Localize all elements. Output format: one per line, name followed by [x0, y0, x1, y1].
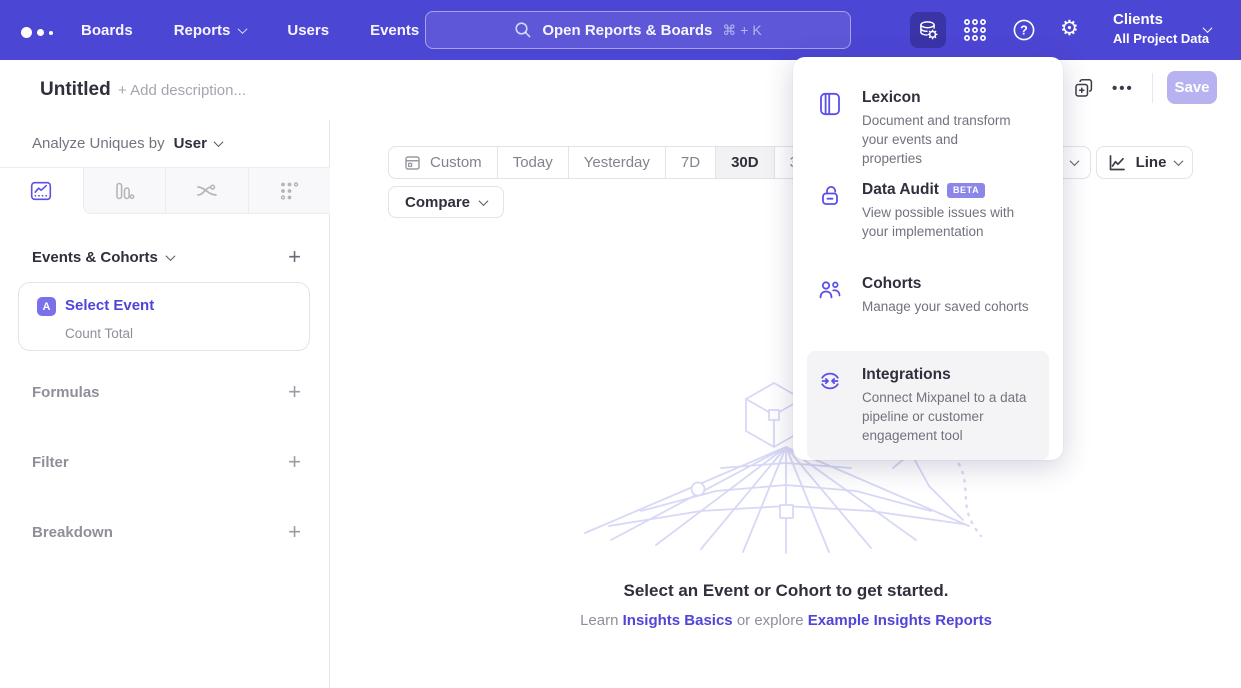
range-today[interactable]: Today — [497, 147, 568, 178]
analyze-entity-dropdown[interactable]: User — [174, 135, 222, 152]
apps-grid-button[interactable] — [962, 17, 988, 43]
mixpanel-logo-icon[interactable] — [21, 24, 57, 36]
add-breakdown-button[interactable]: + — [288, 521, 301, 543]
dots-grid-icon — [277, 179, 301, 203]
menu-item-lexicon[interactable]: Lexicon Document and transform your even… — [793, 89, 1063, 168]
select-event-button[interactable]: Select Event — [65, 297, 154, 314]
beta-badge: BETA — [947, 183, 985, 198]
tab-insights-selected[interactable] — [0, 168, 83, 214]
more-options-button[interactable]: ••• — [1112, 80, 1134, 97]
range-yesterday[interactable]: Yesterday — [568, 147, 665, 178]
duplicate-report-button[interactable] — [1073, 78, 1094, 99]
compare-dropdown[interactable]: Compare — [388, 186, 504, 218]
event-aggregation[interactable]: Count Total — [65, 326, 133, 341]
analyze-row: Analyze Uniques by User — [0, 120, 329, 167]
nav-users[interactable]: Users — [287, 22, 329, 39]
breakdown-label: Breakdown — [32, 524, 113, 541]
section-formulas: Formulas + — [32, 381, 301, 403]
section-events-cohorts: Events & Cohorts + — [32, 246, 301, 268]
chart-area: Custom Today Yesterday 7D 30D 3M 6M Comp… — [331, 120, 1241, 688]
menu-item-description: Connect Mixpanel to a data pipeline or c… — [862, 388, 1030, 445]
range-7d[interactable]: 7D — [665, 147, 715, 178]
formulas-label: Formulas — [32, 384, 100, 401]
help-button[interactable]: ? — [1011, 17, 1037, 43]
data-audit-lock-icon — [817, 181, 843, 241]
chevron-down-icon — [213, 137, 223, 147]
settings-button[interactable]: ⚙ — [1060, 18, 1079, 39]
lexicon-book-icon — [817, 89, 843, 168]
filter-label: Filter — [32, 454, 69, 471]
tab-bar-chart[interactable] — [83, 168, 166, 214]
search-icon — [514, 21, 532, 39]
menu-item-title: Integrations — [862, 366, 951, 384]
project-name: All Project Data — [1113, 31, 1209, 46]
menu-item-title: Lexicon — [862, 89, 921, 107]
search-placeholder: Open Reports & Boards — [542, 22, 712, 39]
menu-item-title: Data Audit — [862, 181, 939, 199]
chevron-down-icon — [1174, 156, 1184, 166]
section-filter: Filter + — [32, 451, 301, 473]
events-cohorts-toggle[interactable]: Events & Cohorts — [32, 249, 174, 266]
chevron-down-icon — [479, 196, 489, 206]
data-management-button[interactable] — [910, 12, 946, 48]
tab-retention-chart[interactable] — [248, 168, 331, 214]
menu-item-integrations[interactable]: Integrations Connect Mixpanel to a data … — [807, 351, 1049, 460]
range-custom[interactable]: Custom — [389, 147, 497, 178]
search-shortcut: ⌘ + K — [722, 22, 761, 39]
nav-boards[interactable]: Boards — [81, 22, 133, 39]
gear-icon: ⚙ — [1060, 18, 1079, 39]
chevron-down-icon — [1070, 156, 1080, 166]
svg-text:?: ? — [1020, 23, 1028, 37]
database-gear-icon — [917, 19, 939, 41]
report-title[interactable]: Untitled — [40, 79, 111, 101]
learn-text: Learn — [580, 612, 618, 629]
grid-dots-icon — [962, 17, 988, 43]
question-circle-icon: ? — [1011, 17, 1037, 43]
tab-flow-chart[interactable] — [165, 168, 248, 214]
chart-style-dropdown[interactable]: Line — [1096, 146, 1193, 179]
empty-state-title: Select an Event or Cohort to get started… — [331, 581, 1241, 601]
line-chart-icon — [29, 179, 53, 203]
bar-chart-icon — [112, 179, 136, 203]
add-description-field[interactable]: + Add description... — [118, 82, 246, 99]
copy-plus-icon — [1073, 78, 1094, 99]
empty-state-links: Learn Insights Basics or explore Example… — [331, 612, 1241, 629]
add-event-button[interactable]: + — [288, 246, 301, 268]
chart-type-tabs — [0, 167, 330, 213]
nav-reports[interactable]: Reports — [174, 22, 247, 39]
menu-item-data-audit[interactable]: Data Audit BETA View possible issues with… — [793, 181, 1063, 241]
header-divider — [1152, 73, 1153, 103]
event-row-card[interactable]: A Select Event Count Total — [18, 282, 310, 351]
menu-item-title: Cohorts — [862, 275, 921, 293]
top-navbar: Boards Reports Users Events Open Reports… — [0, 0, 1241, 60]
calendar-icon — [404, 154, 421, 171]
example-insights-reports-link[interactable]: Example Insights Reports — [808, 612, 992, 629]
menu-item-description: View possible issues with your implement… — [862, 203, 1034, 241]
project-switcher[interactable]: Clients All Project Data — [1113, 11, 1209, 46]
line-chart-axis-icon — [1107, 153, 1127, 173]
section-breakdown: Breakdown + — [32, 521, 301, 543]
range-30d-selected[interactable]: 30D — [715, 147, 774, 178]
org-name: Clients — [1113, 11, 1209, 28]
add-formula-button[interactable]: + — [288, 381, 301, 403]
nav-events[interactable]: Events — [370, 22, 419, 39]
main-nav: Boards Reports Users Events — [81, 0, 419, 60]
cohorts-people-icon — [817, 275, 843, 316]
integrations-sync-icon — [817, 366, 843, 445]
menu-item-description: Document and transform your events and p… — [862, 111, 1014, 168]
chevron-down-icon — [165, 251, 175, 261]
chevron-down-icon — [238, 24, 248, 34]
or-explore-text: or explore — [737, 612, 804, 629]
insights-basics-link[interactable]: Insights Basics — [623, 612, 733, 629]
save-button[interactable]: Save — [1167, 71, 1217, 104]
analyze-label: Analyze Uniques by — [32, 135, 165, 152]
add-filter-button[interactable]: + — [288, 451, 301, 473]
menu-item-description: Manage your saved cohorts — [862, 297, 1044, 316]
query-builder-sidebar: Analyze Uniques by User — [0, 120, 330, 688]
global-search[interactable]: Open Reports & Boards ⌘ + K — [425, 11, 851, 49]
event-letter-badge: A — [37, 297, 56, 316]
flow-icon — [195, 179, 219, 203]
menu-item-cohorts[interactable]: Cohorts Manage your saved cohorts — [793, 275, 1063, 316]
data-management-menu: Lexicon Document and transform your even… — [793, 57, 1063, 460]
